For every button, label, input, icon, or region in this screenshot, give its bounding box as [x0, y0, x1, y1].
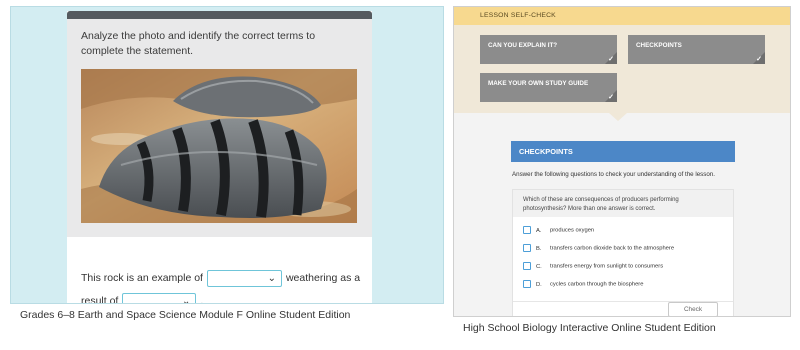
answer-option-d[interactable]: D. cycles carbon through the biosphere: [523, 280, 643, 290]
sentence-part-3: result of: [81, 295, 119, 304]
checkmark-icon: ✓: [608, 56, 614, 63]
tile-label: MAKE YOUR OWN STUDY GUIDE: [488, 80, 589, 87]
question-card: Analyze the photo and identify the corre…: [67, 11, 372, 304]
fill-in-sentence: This rock is an example of ⌄ weathering as…: [81, 267, 365, 304]
question-header: Analyze the photo and identify the corre…: [67, 19, 372, 237]
weathering-type-dropdown[interactable]: ⌄: [206, 269, 282, 287]
answer-option-b[interactable]: B. transfers carbon dioxide back to the a…: [523, 244, 674, 254]
check-button[interactable]: Check: [668, 302, 718, 316]
biology-panel: LESSON SELF-CHECK CAN YOU EXPLAIN IT? ✓ …: [453, 6, 791, 317]
checkpoints-intro: Answer the following questions to check …: [512, 171, 715, 178]
tile-label: CHECKPOINTS: [636, 42, 682, 49]
option-letter: D.: [536, 281, 542, 288]
question-card: Which of these are consequences of produ…: [512, 189, 734, 316]
chevron-down-icon: ⌄: [267, 272, 276, 284]
answer-option-c[interactable]: C. transfers energy from sunlight to cons…: [523, 262, 663, 272]
checkmark-icon: ✓: [608, 94, 614, 101]
earth-science-panel: Analyze the photo and identify the corre…: [10, 6, 444, 304]
right-caption: High School Biology Interactive Online S…: [463, 322, 716, 334]
checkbox[interactable]: [523, 262, 531, 270]
option-text: cycles carbon through the biosphere: [550, 281, 644, 288]
sentence-part-2: weathering as a: [285, 272, 361, 284]
option-text: produces oxygen: [550, 227, 595, 234]
option-text: transfers carbon dioxide back to the atm…: [550, 245, 675, 252]
tile-label: CAN YOU EXPLAIN IT?: [488, 42, 558, 49]
self-check-tiles: CAN YOU EXPLAIN IT? ✓ CHECKPOINTS ✓ MAKE…: [454, 25, 790, 113]
checkbox[interactable]: [523, 244, 531, 252]
lesson-self-check-label: LESSON SELF-CHECK: [454, 7, 790, 25]
cause-dropdown[interactable]: ⌄: [122, 292, 197, 304]
question-prompt: Analyze the photo and identify the corre…: [81, 30, 316, 57]
sentence-end: .: [200, 295, 204, 304]
tile-checkpoints[interactable]: CHECKPOINTS ✓: [628, 35, 765, 64]
chevron-down-icon: ⌄: [181, 295, 191, 304]
option-text: transfers energy from sunlight to consum…: [550, 263, 664, 270]
sentence-part-1: This rock is an example of: [81, 272, 203, 284]
checkpoints-header: CHECKPOINTS: [511, 141, 735, 162]
section-pointer: [609, 113, 627, 121]
question-text: Which of these are consequences of produ…: [513, 190, 733, 217]
card-top-bar: [67, 11, 372, 19]
answer-option-a[interactable]: A. produces oxygen: [523, 226, 594, 236]
rock-photo: [81, 69, 357, 223]
tile-can-you-explain-it[interactable]: CAN YOU EXPLAIN IT? ✓: [480, 35, 617, 64]
checkbox[interactable]: [523, 226, 531, 234]
option-letter: C.: [536, 263, 542, 270]
option-letter: B.: [536, 245, 542, 252]
checkbox[interactable]: [523, 280, 531, 288]
left-caption: Grades 6–8 Earth and Space Science Modul…: [20, 309, 351, 321]
tile-make-your-own-study-guide[interactable]: MAKE YOUR OWN STUDY GUIDE ✓: [480, 73, 617, 102]
option-letter: A.: [536, 227, 542, 234]
checkmark-icon: ✓: [756, 56, 762, 63]
